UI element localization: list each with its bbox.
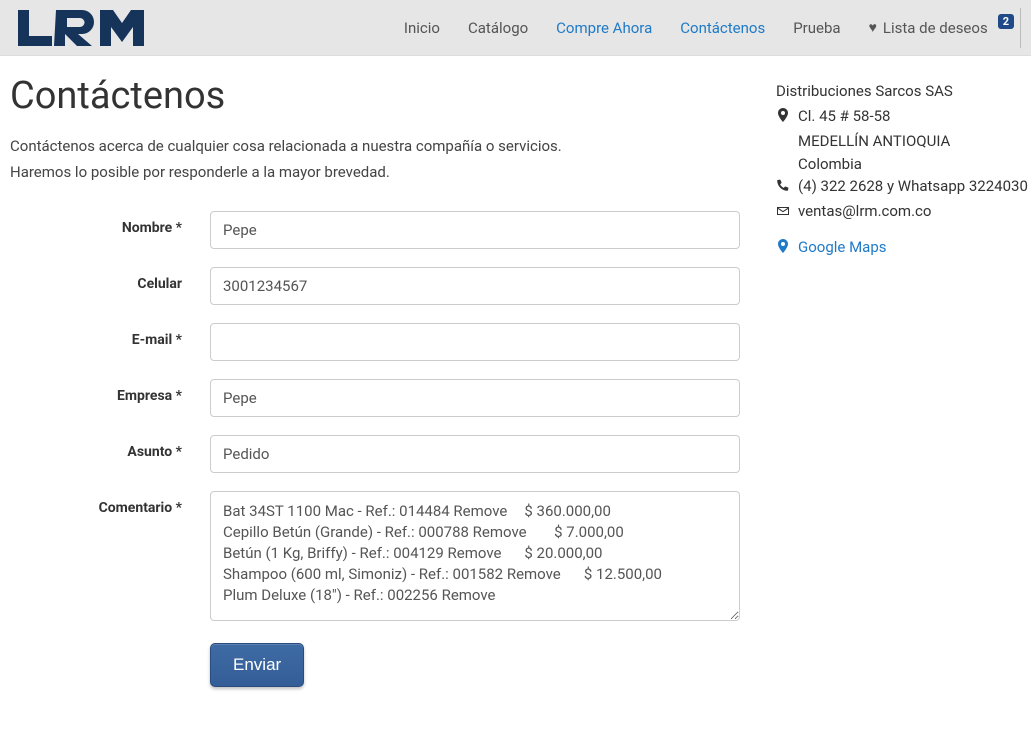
google-maps-link[interactable]: Google Maps — [798, 236, 1021, 260]
company-label: Empresa * — [10, 379, 210, 404]
nav-links: Inicio Catálogo Compre Ahora Contáctenos… — [404, 8, 1021, 48]
page-intro: Contáctenos acerca de cualquier cosa rel… — [10, 134, 746, 185]
page-title: Contáctenos — [10, 74, 746, 118]
contact-address1: Cl. 45 # 58-58 — [798, 105, 1021, 129]
email-input[interactable] — [210, 323, 740, 361]
navbar: Inicio Catálogo Compre Ahora Contáctenos… — [0, 0, 1031, 56]
intro-line2: Haremos lo posible por responderle a la … — [10, 160, 746, 186]
map-marker-icon — [776, 105, 790, 129]
name-label: Nombre * — [10, 211, 210, 236]
contact-phone: (4) 322 2628 y Whatsapp 3224030 — [798, 175, 1028, 198]
nav-wishlist[interactable]: ♥ Lista de deseos 2 — [869, 19, 1014, 37]
wishlist-label: Lista de deseos — [883, 19, 988, 37]
comment-label: Comentario * — [10, 491, 210, 516]
phone-label: Celular — [10, 267, 210, 292]
phone-icon — [776, 175, 790, 198]
nav-prueba[interactable]: Prueba — [793, 19, 840, 37]
contact-address2: MEDELLÍN ANTIOQUIA — [776, 130, 1021, 153]
subject-label: Asunto * — [10, 435, 210, 460]
map-marker-icon-2 — [776, 236, 790, 260]
subject-input[interactable] — [210, 435, 740, 473]
logo[interactable] — [10, 8, 148, 48]
envelope-icon — [776, 200, 790, 223]
company-input[interactable] — [210, 379, 740, 417]
phone-input[interactable] — [210, 267, 740, 305]
nav-catalogo[interactable]: Catálogo — [468, 19, 528, 37]
contact-company: Distribuciones Sarcos SAS — [776, 80, 1021, 103]
nav-contactenos[interactable]: Contáctenos — [680, 19, 765, 37]
intro-line1: Contáctenos acerca de cualquier cosa rel… — [10, 134, 746, 160]
comment-textarea[interactable] — [210, 491, 740, 621]
contact-address3: Colombia — [776, 153, 1021, 176]
heart-icon: ♥ — [869, 19, 877, 36]
email-label: E-mail * — [10, 323, 210, 348]
contact-email: ventas@lrm.com.co — [798, 200, 1021, 223]
contact-sidebar: Distribuciones Sarcos SAS Cl. 45 # 58-58… — [776, 74, 1021, 705]
wishlist-badge: 2 — [998, 14, 1014, 29]
nav-compre-ahora[interactable]: Compre Ahora — [556, 19, 652, 37]
submit-button[interactable]: Enviar — [210, 643, 304, 687]
name-input[interactable] — [210, 211, 740, 249]
nav-inicio[interactable]: Inicio — [404, 19, 440, 37]
